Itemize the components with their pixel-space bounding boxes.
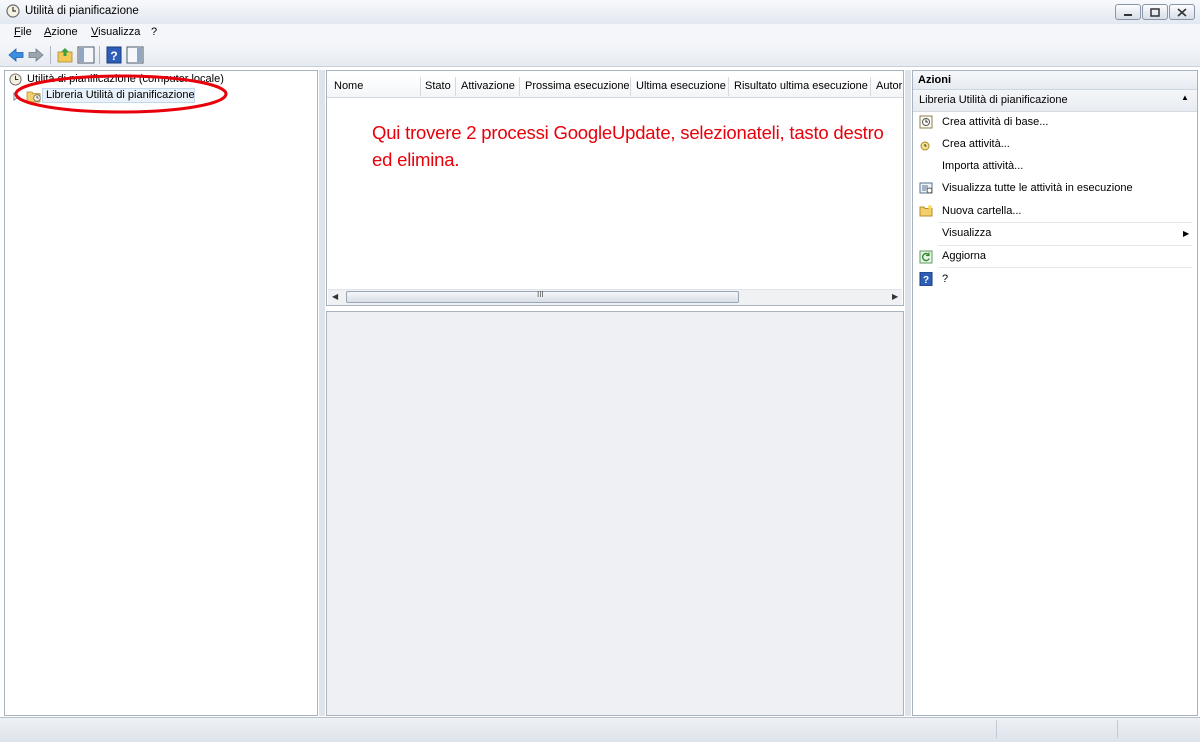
console-tree-pane [4,70,318,716]
toolbar-separator [99,46,100,64]
clock-icon [6,4,20,18]
show-hide-tree-icon[interactable] [77,46,95,64]
menu-visualizza[interactable]: Visualizza [91,26,140,38]
title-bar [0,0,1200,25]
column-header-nome[interactable]: Nome [334,80,363,92]
column-divider[interactable] [420,77,421,96]
help-icon[interactable]: ? [105,46,123,64]
action-aggiorna[interactable]: Aggiorna [942,250,986,262]
menu-azione[interactable]: Azione [44,26,78,38]
back-icon[interactable] [7,46,25,64]
status-segment [996,720,1117,738]
action-help[interactable]: ? [942,273,948,285]
action-crea-attivita[interactable]: Crea attività... [942,138,1010,150]
create-basic-task-icon [919,115,933,129]
submenu-arrow-icon[interactable]: ▶ [1183,229,1189,238]
task-details-pane [326,311,904,716]
column-divider[interactable] [728,77,729,96]
actions-section-label: Libreria Utilità di pianificazione [919,94,1068,106]
annotation-circle [14,74,228,114]
window-title: Utilità di pianificazione [25,5,139,17]
column-divider[interactable] [630,77,631,96]
actions-header [913,71,1197,90]
menu-help[interactable]: ? [151,26,157,38]
action-separator [938,222,1192,223]
actions-title: Azioni [918,74,951,86]
collapse-arrow-icon[interactable]: ▲ [1181,93,1189,102]
minimize-icon [1124,14,1132,16]
column-header-risultato[interactable]: Risultato ultima esecuzione [734,80,868,92]
action-crea-attivita-base[interactable]: Crea attività di base... [942,116,1048,128]
column-header-ultima-esecuzione[interactable]: Ultima esecuzione [636,80,726,92]
scroll-left-arrow-icon[interactable]: ◀ [332,292,338,301]
action-separator [938,245,1192,246]
show-hide-action-pane-icon[interactable] [126,46,144,64]
column-header-stato[interactable]: Stato [425,80,451,92]
status-segment [1117,720,1198,738]
restore-icon [1150,8,1160,17]
up-folder-icon[interactable] [56,46,74,64]
help-icon: ? [919,272,933,286]
task-list-pane [326,70,904,306]
refresh-icon [919,250,933,264]
column-header-attivazione[interactable]: Attivazione [461,80,515,92]
scrollbar-grip: III [537,290,544,299]
close-button[interactable] [1169,4,1195,20]
new-folder-icon [919,205,933,217]
minimize-button[interactable] [1115,4,1141,20]
create-task-icon [920,141,930,151]
annotation-text: Qui trovere 2 processi GoogleUpdate, sel… [372,122,884,170]
column-divider[interactable] [870,77,871,96]
action-visualizza-attivita-esecuzione[interactable]: Visualizza tutte le attività in esecuzio… [942,182,1133,194]
svg-text:?: ? [923,275,929,286]
close-icon [1177,8,1187,17]
action-separator [938,267,1192,268]
svg-text:?: ? [110,49,117,63]
forward-icon[interactable] [27,46,45,64]
toolbar-separator [50,46,51,64]
menu-file[interactable]: File [14,26,32,38]
pane-splitter[interactable] [319,70,325,716]
running-tasks-icon [919,182,933,194]
restore-button[interactable] [1142,4,1168,20]
toolbar [0,42,1200,67]
menu-bar [0,24,1200,42]
action-importa-attivita[interactable]: Importa attività... [942,160,1023,172]
action-visualizza[interactable]: Visualizza [942,227,991,239]
column-header-autore[interactable]: Autor [876,80,902,92]
column-divider[interactable] [455,77,456,96]
action-nuova-cartella[interactable]: Nuova cartella... [942,205,1021,217]
column-header-prossima-esecuzione[interactable]: Prossima esecuzione [525,80,630,92]
column-divider[interactable] [519,77,520,96]
scroll-right-arrow-icon[interactable]: ▶ [892,292,898,301]
pane-splitter[interactable] [905,70,911,716]
